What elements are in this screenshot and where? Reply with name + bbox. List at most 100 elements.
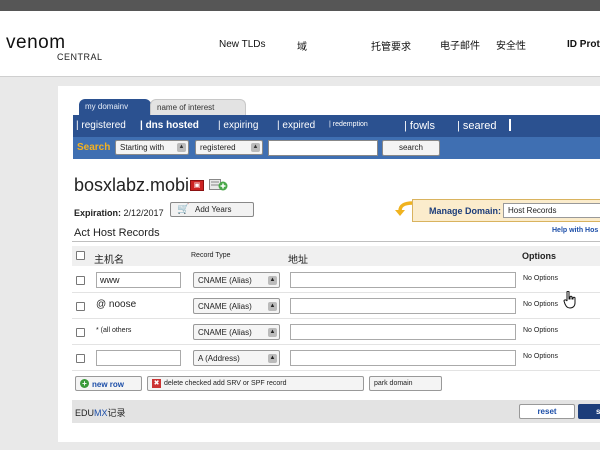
record-type-value: CNAME (Alias) — [198, 302, 252, 311]
hand-cursor-icon — [563, 291, 576, 309]
contact-card-icon[interactable]: ▣ — [190, 180, 204, 191]
table-row: * (all others CNAME (Alias) ▲ No Options — [72, 319, 600, 345]
site-logo-subtitle: CENTRAL — [57, 52, 103, 62]
delete-checked-button[interactable]: ✖ delete checked add SRV or SPF record — [147, 376, 364, 391]
row-options: No Options — [523, 353, 559, 360]
manage-domain-box: Manage Domain: Host Records — [412, 199, 600, 222]
subnav-redemption[interactable]: | redemption — [329, 121, 368, 128]
mx-link[interactable]: MX — [94, 408, 108, 418]
search-mode-value: Starting with — [120, 143, 165, 152]
domain-name: bosxlabz.mobi — [74, 175, 190, 195]
address-input[interactable] — [290, 272, 516, 288]
search-input[interactable] — [268, 140, 378, 156]
table-row: @ noose CNAME (Alias) ▲ No Options — [72, 293, 600, 319]
site-logo[interactable]: venom — [6, 32, 66, 54]
delete-icon: ✖ — [152, 379, 161, 388]
host-input[interactable]: www — [96, 272, 181, 288]
nav-id-protect[interactable]: ID Prot — [567, 39, 600, 50]
nav-email[interactable]: 电子邮件 — [440, 37, 480, 52]
select-arrow-icon: ▲ — [268, 354, 277, 363]
record-type-select[interactable]: A (Address) ▲ — [193, 350, 280, 366]
row-checkbox[interactable] — [76, 276, 85, 285]
row-options: No Options — [523, 301, 559, 308]
nav-security[interactable]: 安全性 — [496, 37, 526, 52]
column-address: 地址 — [288, 255, 308, 266]
plus-icon: + — [80, 379, 89, 388]
column-options: Options — [522, 251, 556, 261]
search-mode-select[interactable]: Starting with ▲ — [115, 140, 189, 155]
manage-domain-select[interactable]: Host Records — [503, 203, 600, 218]
record-type-select[interactable]: CNAME (Alias) ▲ — [193, 324, 280, 340]
table-row: A (Address) ▲ No Options — [72, 345, 600, 371]
column-record-type: Record Type — [191, 252, 231, 259]
subnav-expired[interactable]: | expired — [277, 120, 315, 131]
subnav-seared[interactable]: | seared — [457, 120, 497, 132]
address-input[interactable] — [290, 324, 516, 340]
search-filter-value: registered — [200, 143, 236, 152]
host-label: * (all others — [96, 327, 132, 334]
search-button[interactable]: search — [382, 140, 440, 156]
address-input[interactable] — [290, 350, 516, 366]
search-filter-select[interactable]: registered ▲ — [195, 140, 263, 155]
record-type-links: EDUMX记录 — [75, 406, 126, 419]
add-years-button[interactable]: 🛒 Add Years — [170, 202, 254, 217]
expiration-date: 2/12/2017 — [123, 208, 164, 218]
site-header: venom CENTRAL New TLDs 域 托管要求 电子邮件 安全性 I… — [0, 11, 600, 77]
section-divider — [72, 241, 600, 242]
row-options: No Options — [523, 327, 559, 334]
column-host: 主机名 — [94, 255, 124, 266]
host-label: @ noose — [96, 299, 137, 310]
add-years-label: Add Years — [195, 205, 232, 214]
park-domain-button[interactable]: park domain — [369, 376, 442, 391]
nav-hosting[interactable]: 托管要求 — [371, 38, 411, 53]
help-link[interactable]: Help with Hos — [552, 227, 598, 234]
new-row-label: new row — [92, 380, 125, 389]
nav-domains[interactable]: 域 — [297, 38, 307, 53]
search-label: Search — [77, 142, 111, 153]
browser-top-strip — [0, 0, 600, 11]
record-type-value: CNAME (Alias) — [198, 328, 252, 337]
address-input[interactable] — [290, 298, 516, 314]
mx-suffix: 记录 — [107, 408, 126, 418]
table-row: www CNAME (Alias) ▲ No Options — [72, 267, 600, 293]
row-options: No Options — [523, 275, 559, 282]
select-arrow-icon: ▲ — [177, 143, 186, 152]
subnav-fowls[interactable]: | fowls — [404, 120, 435, 132]
subnav-dns-hosted[interactable]: | dns hosted — [140, 120, 199, 131]
record-type-select[interactable]: CNAME (Alias) ▲ — [193, 298, 280, 314]
add-to-list-icon[interactable] — [209, 179, 228, 191]
tab-name-of-interest[interactable]: name of interest — [150, 99, 246, 115]
select-arrow-icon: ▲ — [251, 143, 260, 152]
select-arrow-icon: ▲ — [268, 276, 277, 285]
domain-manager-panel: my domainv name of interest | registered… — [58, 86, 600, 442]
tab-my-domains[interactable]: my domainv — [79, 99, 151, 115]
nav-new-tlds[interactable]: New TLDs — [219, 39, 266, 50]
cart-icon: 🛒 — [177, 204, 190, 215]
row-checkbox[interactable] — [76, 328, 85, 337]
expiration-info: Expiration: 2/12/2017 — [74, 208, 164, 218]
save-button[interactable]: save — [578, 404, 600, 419]
expiration-label: Expiration: — [74, 208, 122, 218]
subnav-expiring[interactable]: | expiring — [218, 120, 258, 131]
row-checkbox[interactable] — [76, 354, 85, 363]
row-checkbox[interactable] — [76, 302, 85, 311]
subnav-divider — [509, 119, 511, 131]
select-all-checkbox[interactable] — [76, 251, 85, 260]
edu-label: EDU — [75, 408, 95, 418]
spf-label: or SPF record — [242, 380, 287, 387]
delete-label: delete checked add SRV — [164, 380, 241, 387]
reset-button[interactable]: reset — [519, 404, 575, 419]
manage-domain-label: Manage Domain: — [429, 206, 502, 216]
record-type-select[interactable]: CNAME (Alias) ▲ — [193, 272, 280, 288]
domain-subnav: | registered | dns hosted | expiring | e… — [73, 115, 600, 137]
section-title: Act Host Records — [74, 227, 160, 239]
record-type-value: CNAME (Alias) — [198, 276, 252, 285]
search-bar: Search Starting with ▲ registered ▲ sear… — [73, 137, 600, 159]
record-type-value: A (Address) — [198, 354, 240, 363]
new-row-button[interactable]: + new row — [75, 376, 142, 391]
subnav-registered[interactable]: | registered — [76, 120, 126, 131]
host-input[interactable] — [96, 350, 181, 366]
bottom-action-bar: EDUMX记录 reset save — [72, 400, 600, 423]
records-column-header: 主机名 Record Type 地址 Options — [72, 246, 600, 266]
select-arrow-icon: ▲ — [268, 328, 277, 337]
